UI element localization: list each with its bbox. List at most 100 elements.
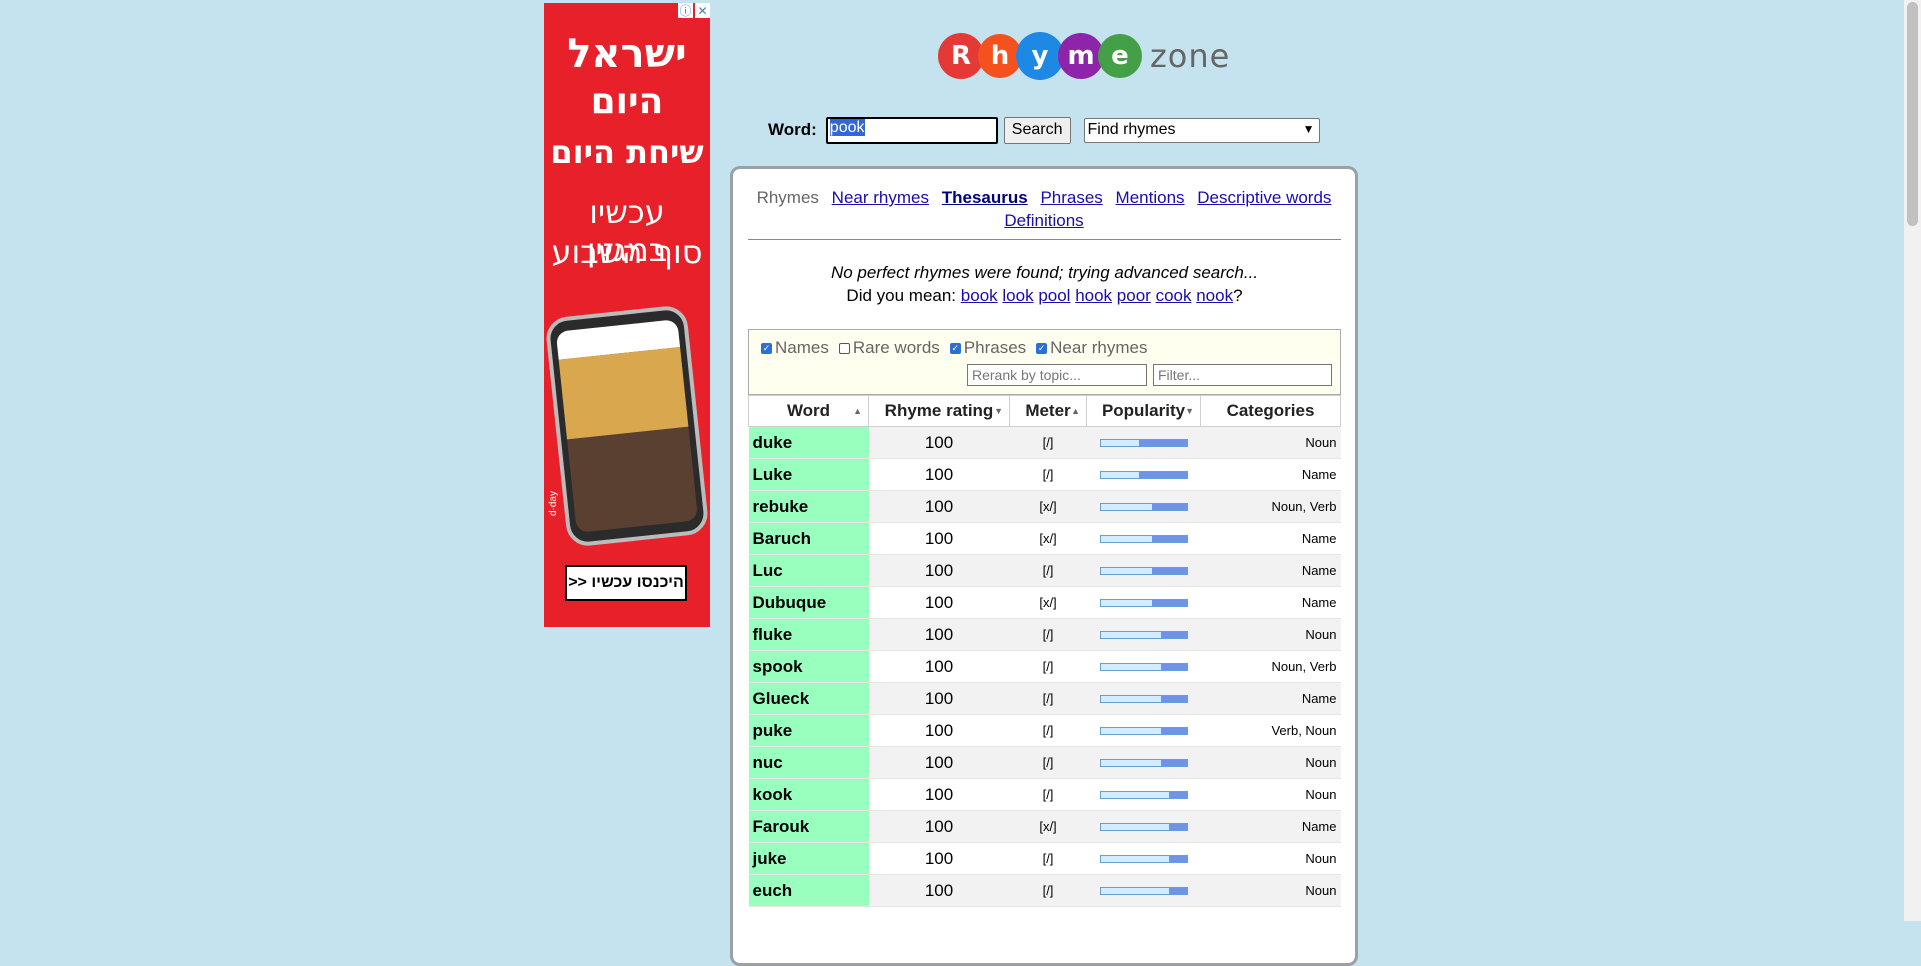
rhymezone-logo[interactable]: Rhyme zone (938, 24, 1229, 88)
tab-mentions[interactable]: Mentions (1116, 188, 1185, 207)
word-cell[interactable]: spook (748, 650, 869, 683)
word-cell[interactable]: duke (748, 426, 869, 459)
table-row[interactable]: kook 100 [/] Noun (748, 778, 1341, 811)
meter-cell: [x/] (1009, 810, 1087, 843)
suggestion-link[interactable]: cook (1156, 286, 1192, 305)
word-label: Word: (768, 120, 817, 139)
ad-headline-3: שיחת היום (550, 133, 704, 171)
table-row[interactable]: duke 100 [/] Noun (748, 426, 1341, 459)
table-row[interactable]: Baruch 100 [x/] Name (748, 522, 1341, 555)
word-cell[interactable]: euch (748, 874, 869, 907)
word-cell[interactable]: Luc (748, 554, 869, 587)
word-cell[interactable]: Luke (748, 458, 869, 491)
popularity-bar-fill (1169, 823, 1187, 830)
popularity-cell (1086, 746, 1201, 779)
popularity-bar-fill (1169, 855, 1187, 862)
suggestion-link[interactable]: book (961, 286, 998, 305)
phrases-checkbox[interactable]: ✓ Phrases (949, 338, 1026, 358)
word-cell[interactable]: Glueck (748, 682, 869, 715)
meter-cell: [/] (1009, 778, 1087, 811)
header-word[interactable]: Word ▲ (748, 395, 869, 427)
word-cell[interactable]: rebuke (748, 490, 869, 523)
ad-controls: ⓘ ✕ (678, 3, 710, 18)
meter-cell: [x/] (1009, 522, 1087, 555)
tab-rhymes[interactable]: Rhymes (757, 188, 819, 207)
table-row[interactable]: nuc 100 [/] Noun (748, 746, 1341, 779)
popularity-cell (1086, 426, 1201, 459)
categories-cell: Name (1200, 810, 1341, 843)
near-rhymes-checkbox[interactable]: ✓ Near rhymes (1036, 338, 1147, 358)
checkbox-empty-icon (838, 342, 850, 354)
tab-definitions[interactable]: Definitions (1004, 211, 1083, 230)
popularity-bar-fill (1160, 695, 1187, 702)
word-cell[interactable]: juke (748, 842, 869, 875)
scrollbar-thumb[interactable] (1907, 2, 1918, 226)
ad-close-icon[interactable]: ✕ (695, 3, 710, 18)
suggestion-link[interactable]: look (1002, 286, 1033, 305)
table-row[interactable]: spook 100 [/] Noun, Verb (748, 650, 1341, 683)
table-row[interactable]: Dubuque 100 [x/] Name (748, 586, 1341, 619)
table-row[interactable]: Farouk 100 [x/] Name (748, 810, 1341, 843)
rhyme-rating-cell: 100 (868, 810, 1010, 843)
header-rhyme-rating[interactable]: Rhyme rating ▼ (868, 395, 1010, 427)
table-row[interactable]: fluke 100 [/] Noun (748, 618, 1341, 651)
word-cell[interactable]: nuc (748, 746, 869, 779)
table-row[interactable]: rebuke 100 [x/] Noun, Verb (748, 490, 1341, 523)
word-cell[interactable]: Farouk (748, 810, 869, 843)
search-mode-select[interactable]: Find rhymes ▼ (1083, 117, 1320, 143)
word-cell[interactable]: Baruch (748, 522, 869, 555)
header-popularity[interactable]: Popularity ▼ (1086, 395, 1201, 427)
tab-descriptive-words[interactable]: Descriptive words (1197, 188, 1331, 207)
popularity-cell (1086, 842, 1201, 875)
popularity-bar-fill (1169, 791, 1187, 798)
names-label: Names (775, 338, 829, 357)
advertisement-banner[interactable]: ⓘ ✕ ישראל היום שיחת היום עכשיו במגזין סו… (544, 3, 710, 627)
ad-cta-button[interactable]: היכנסו עכשיו << (565, 565, 687, 601)
popularity-bar (1099, 566, 1188, 575)
table-row[interactable]: juke 100 [/] Noun (748, 842, 1341, 875)
header-categories[interactable]: Categories (1200, 395, 1341, 427)
categories-cell: Name (1200, 586, 1341, 619)
suggestion-link[interactable]: pool (1038, 286, 1070, 305)
popularity-bar-fill (1139, 471, 1187, 478)
names-checkbox[interactable]: ✓ Names (761, 338, 829, 358)
rare-words-checkbox[interactable]: Rare words (838, 338, 940, 358)
ad-info-icon[interactable]: ⓘ (678, 3, 693, 18)
categories-cell: Verb, Noun (1200, 714, 1341, 747)
word-cell[interactable]: kook (748, 778, 869, 811)
popularity-bar (1099, 438, 1188, 447)
rerank-input[interactable]: Rerank by topic... (967, 364, 1147, 386)
popularity-cell (1086, 778, 1201, 811)
check-icon: ✓ (949, 342, 961, 354)
popularity-bar (1099, 726, 1188, 735)
filter-box: ✓ Names Rare words ✓ Phrases ✓ Near rhymes … (748, 329, 1341, 395)
logo-letter: e (1098, 34, 1142, 78)
suggestion-link[interactable]: hook (1075, 286, 1112, 305)
tab-near-rhymes[interactable]: Near rhymes (832, 188, 929, 207)
table-row[interactable]: puke 100 [/] Verb, Noun (748, 714, 1341, 747)
word-input[interactable]: pook (825, 116, 998, 144)
did-you-mean-end: ? (1233, 286, 1243, 305)
check-icon: ✓ (761, 342, 772, 354)
word-cell[interactable]: Dubuque (748, 586, 869, 619)
table-row[interactable]: Glueck 100 [/] Name (748, 682, 1341, 715)
categories-cell: Noun, Verb (1200, 490, 1341, 523)
popularity-cell (1086, 554, 1201, 587)
page-scrollbar[interactable] (1904, 0, 1921, 921)
table-row[interactable]: Luc 100 [/] Name (748, 554, 1341, 587)
table-row[interactable]: Luke 100 [/] Name (748, 458, 1341, 491)
table-row[interactable]: euch 100 [/] Noun (748, 874, 1341, 907)
search-button[interactable]: Search (1003, 116, 1071, 144)
popularity-cell (1086, 618, 1201, 651)
filter-input[interactable]: Filter... (1153, 364, 1332, 386)
word-cell[interactable]: fluke (748, 618, 869, 651)
header-meter[interactable]: Meter ▲ (1009, 395, 1087, 427)
popularity-bar-fill (1152, 535, 1187, 542)
suggestion-link[interactable]: poor (1117, 286, 1151, 305)
near-rhymes-label: Near rhymes (1050, 338, 1148, 357)
word-cell[interactable]: puke (748, 714, 869, 747)
suggestion-link[interactable]: nook (1196, 286, 1233, 305)
popularity-bar-fill (1160, 759, 1187, 766)
tab-phrases[interactable]: Phrases (1040, 188, 1102, 207)
tab-thesaurus[interactable]: Thesaurus (942, 188, 1028, 207)
